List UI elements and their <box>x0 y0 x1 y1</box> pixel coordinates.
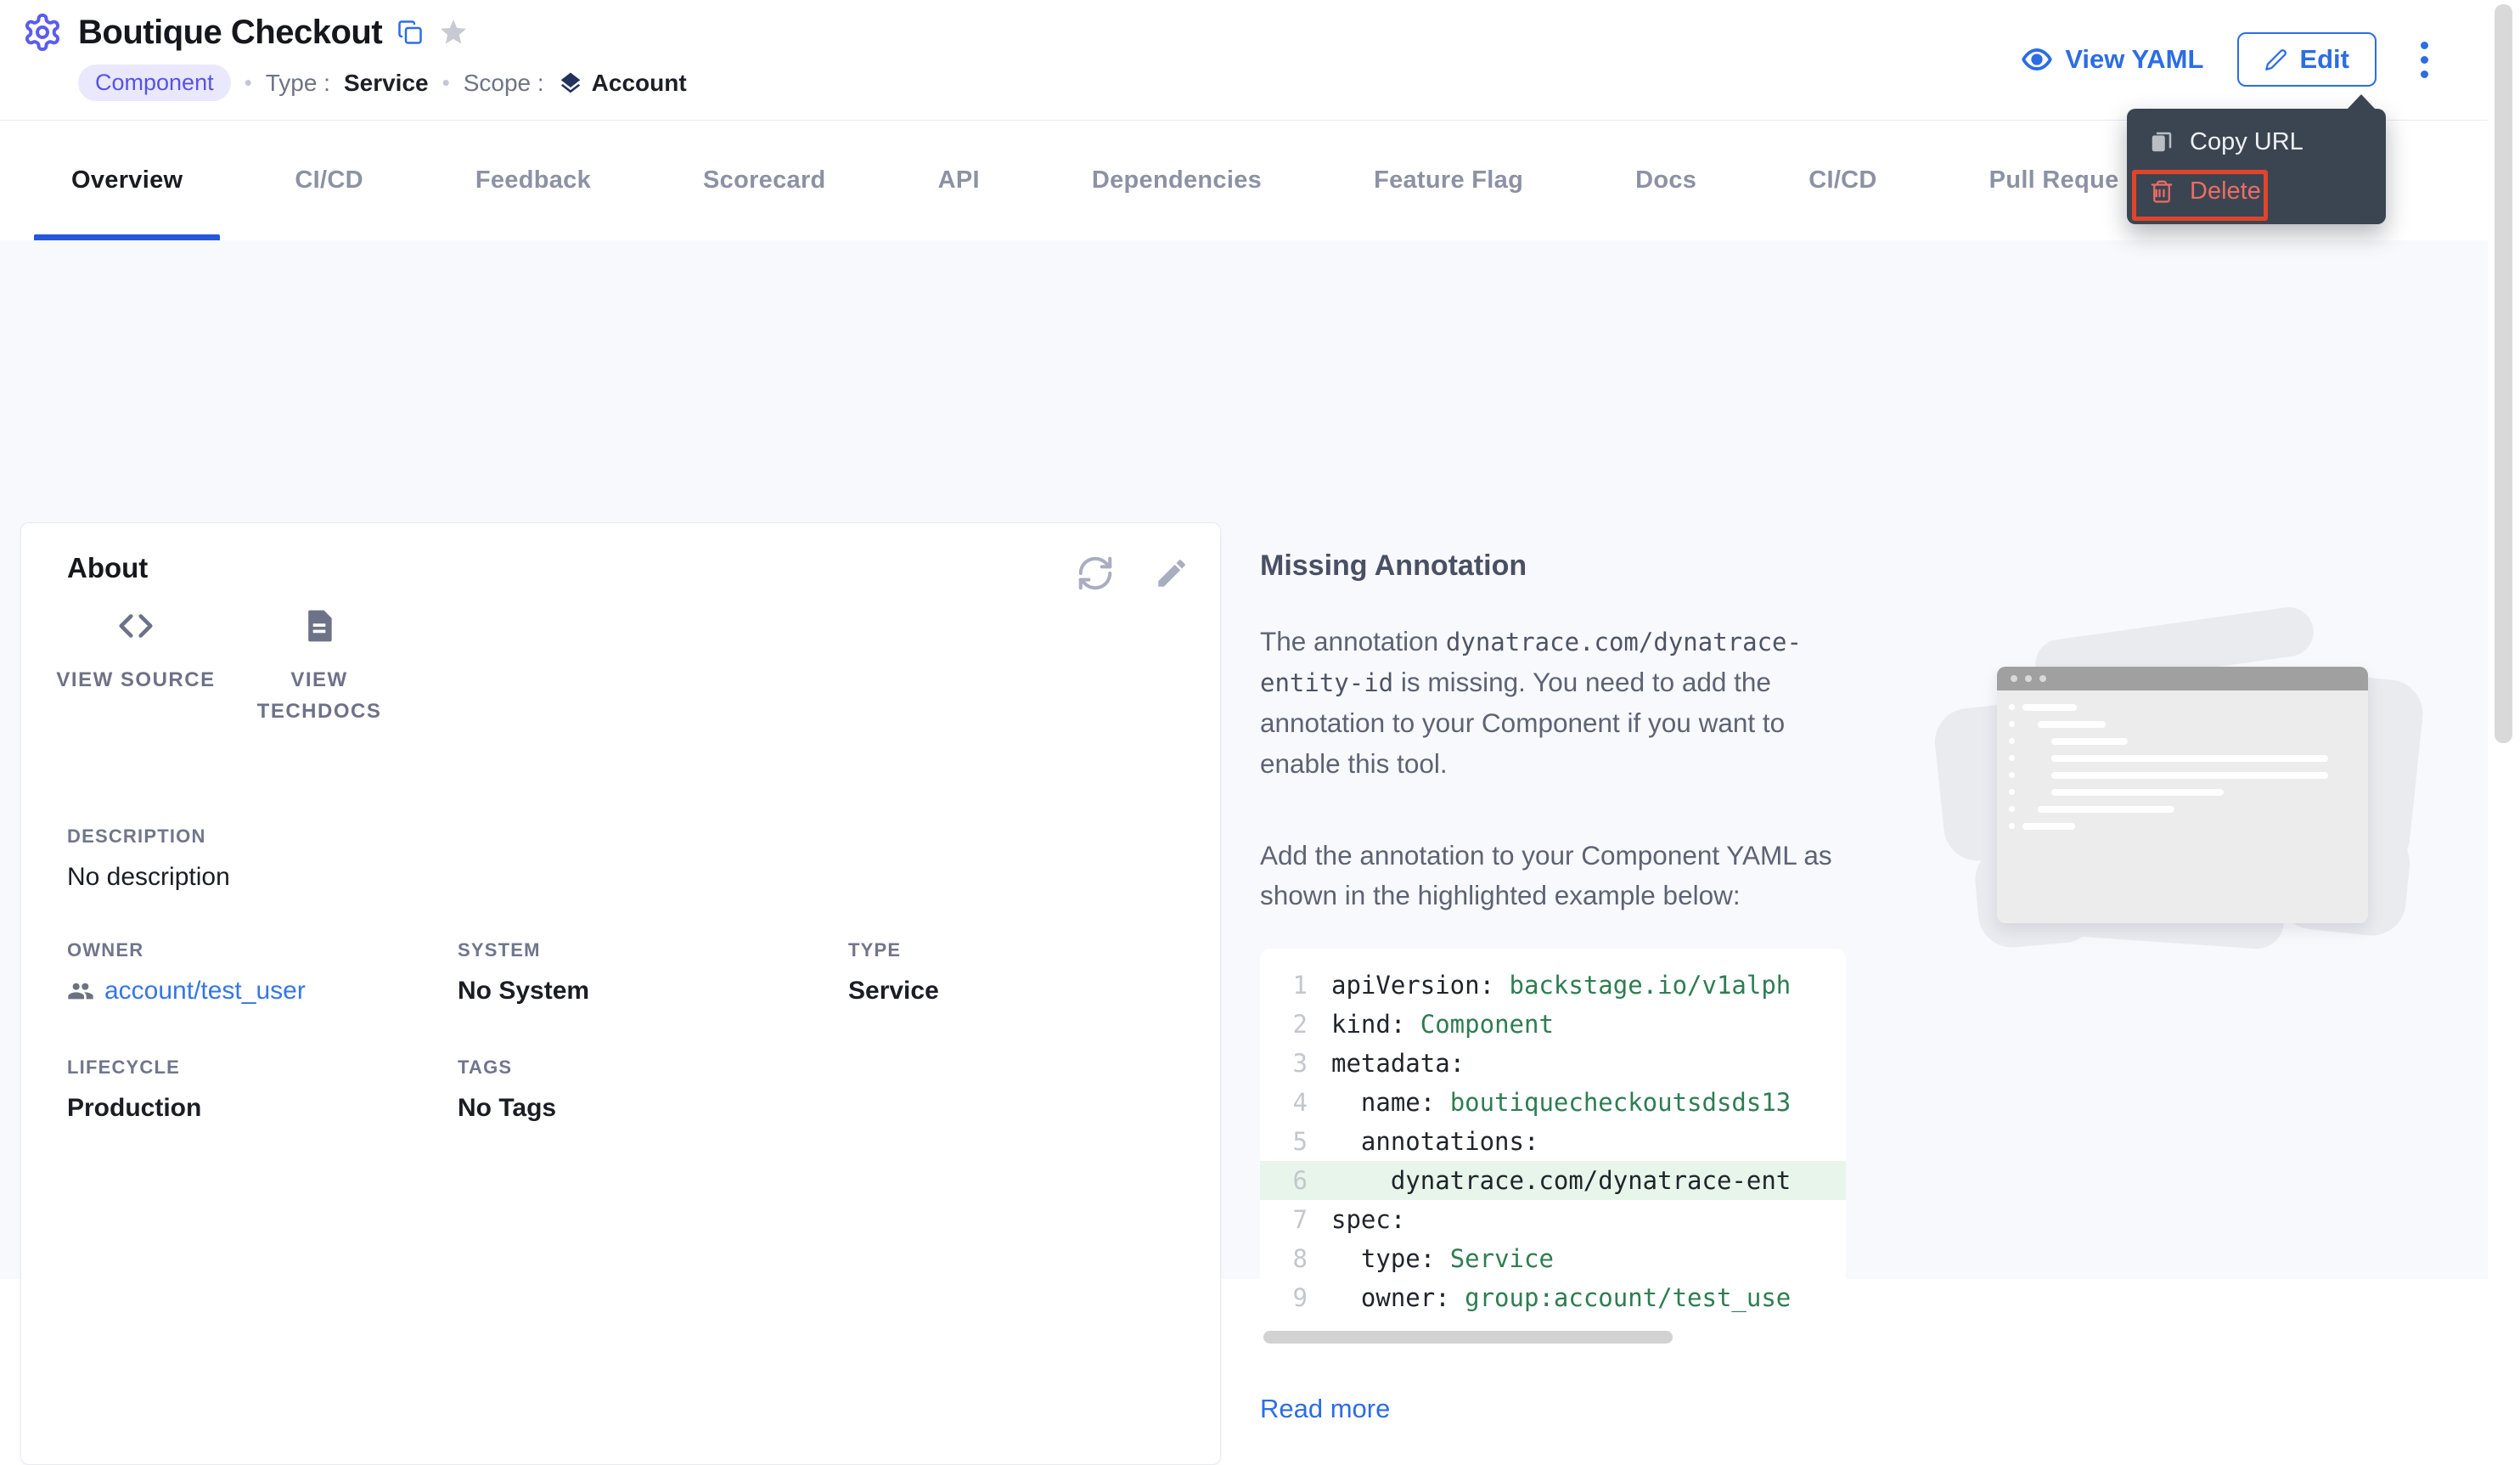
type-value: Service <box>344 70 429 97</box>
edit-button[interactable]: Edit <box>2237 32 2377 87</box>
code-line-5: 5 annotations: <box>1260 1122 1846 1161</box>
description-value: No description <box>67 863 230 892</box>
about-links: VIEW SOURCEVIEW TECHDOCS <box>55 606 400 727</box>
tab-overview[interactable]: Overview <box>15 121 239 240</box>
field-value: No System <box>458 977 848 1006</box>
tab-docs[interactable]: Docs <box>1579 121 1752 240</box>
tab-ci-cd[interactable]: CI/CD <box>1752 121 1932 240</box>
field-value: Production <box>67 1094 458 1123</box>
code-line-9: 9 owner: group:account/test_use <box>1260 1278 1846 1317</box>
view-yaml-label: View YAML <box>2065 44 2203 75</box>
copy-name-icon[interactable] <box>397 20 423 45</box>
entity-subtitle: Component • Type : Service • Scope : Acc… <box>78 65 687 101</box>
code-line-8: 8 type: Service <box>1260 1239 1846 1278</box>
missing-annotation-panel: Missing Annotation The annotation dynatr… <box>1260 549 1854 1424</box>
link-view-techdocs[interactable]: VIEW TECHDOCS <box>239 606 400 727</box>
description-label: DESCRIPTION <box>67 825 230 848</box>
edit-about-pencil-icon[interactable] <box>1154 554 1190 593</box>
tab-feature-flag[interactable]: Feature Flag <box>1318 121 1579 240</box>
separator-dot: • <box>245 70 252 96</box>
field-lifecycle: LIFECYCLE Production <box>67 1056 458 1123</box>
menu-item-delete[interactable]: Delete <box>2127 166 2386 216</box>
code-line-4: 4 name: boutiquecheckoutsdsds13 <box>1260 1083 1846 1122</box>
kind-badge: Component <box>78 65 231 101</box>
component-gear-icon <box>22 12 63 53</box>
trash-icon <box>2149 178 2174 204</box>
separator-dot: • <box>442 70 450 96</box>
more-options-kebab-icon[interactable] <box>2410 33 2438 87</box>
layers-icon <box>558 70 583 96</box>
pencil-icon <box>2264 48 2287 71</box>
code-icon <box>116 606 155 645</box>
context-menu: Copy URLDelete <box>2127 109 2386 224</box>
docs-icon <box>301 606 338 645</box>
yaml-code-lines: 1apiVersion: backstage.io/v1alph2kind: C… <box>1260 966 1846 1317</box>
code-horizontal-scrollbar[interactable] <box>1263 1331 1673 1344</box>
field-system: SYSTEM No System <box>458 939 848 1006</box>
link-view-source[interactable]: VIEW SOURCE <box>55 606 217 727</box>
view-yaml-button[interactable]: View YAML <box>2021 43 2203 76</box>
mini-browser-window <box>1997 667 2368 923</box>
code-line-2: 2kind: Component <box>1260 1005 1846 1044</box>
page-header: Boutique Checkout Component • Type : Ser… <box>0 0 2520 121</box>
field-owner: OWNER account/test_user <box>67 939 458 1006</box>
content: About VIEW SOURCEVIEW TECHDOCS DESCRIPTI… <box>0 240 2520 1279</box>
about-fields: OWNER account/test_user SYSTEM No SystemTYP… <box>67 939 1188 1123</box>
instruction-paragraph: Add the annotation to your Component YAM… <box>1260 836 1834 917</box>
type-label: Type : <box>266 70 330 97</box>
field-value: account/test_user <box>67 977 458 1006</box>
field-type: TYPE Service <box>848 939 1188 1006</box>
yaml-code-block: 1apiVersion: backstage.io/v1alph2kind: C… <box>1260 949 1846 1351</box>
favorite-star-icon[interactable] <box>438 17 469 48</box>
panel-title: Missing Annotation <box>1260 549 1854 583</box>
field-label: SYSTEM <box>458 939 848 961</box>
field-label: OWNER <box>67 939 458 961</box>
code-window-illustration <box>1953 627 2411 941</box>
edit-label: Edit <box>2299 44 2349 75</box>
field-label: LIFECYCLE <box>67 1056 458 1079</box>
page-title: Boutique Checkout <box>78 14 382 52</box>
page: Boutique Checkout Component • Type : Ser… <box>0 0 2520 1279</box>
code-line-6: 6 dynatrace.com/dynatrace-ent <box>1260 1161 1846 1200</box>
code-line-1: 1apiVersion: backstage.io/v1alph <box>1260 966 1846 1005</box>
about-title: About <box>67 552 148 584</box>
field-tags: TAGS No Tags <box>458 1056 848 1123</box>
code-line-3: 3metadata: <box>1260 1044 1846 1083</box>
field-label: TYPE <box>848 939 1188 961</box>
menu-item-copy-url[interactable]: Copy URL <box>2127 117 2386 166</box>
read-more-link[interactable]: Read more <box>1260 1394 1390 1424</box>
scope-label: Scope : <box>464 70 544 97</box>
tab-feedback[interactable]: Feedback <box>419 121 647 240</box>
header-actions: View YAML Edit <box>2021 32 2438 87</box>
owner-link[interactable]: account/test_user <box>104 977 306 1006</box>
page-scrollbar <box>2488 0 2520 1279</box>
title-row: Boutique Checkout <box>22 12 469 53</box>
copy-icon <box>2149 129 2174 155</box>
about-card: About VIEW SOURCEVIEW TECHDOCS DESCRIPTI… <box>20 522 1221 1465</box>
group-icon <box>67 978 94 1005</box>
scrollbar-thumb[interactable] <box>2495 4 2512 743</box>
eye-icon <box>2021 43 2053 76</box>
tab-api[interactable]: API <box>882 121 1036 240</box>
tab-ci-cd[interactable]: CI/CD <box>239 121 419 240</box>
field-value: No Tags <box>458 1094 848 1123</box>
tab-scorecard[interactable]: Scorecard <box>647 121 882 240</box>
code-line-7: 7spec: <box>1260 1200 1846 1239</box>
tab-dependencies[interactable]: Dependencies <box>1036 121 1318 240</box>
scope-value: Account <box>592 70 687 97</box>
field-label: TAGS <box>458 1056 848 1079</box>
menu-arrow <box>2347 94 2376 110</box>
annotation-paragraph: The annotation dynatrace.com/dynatrace-e… <box>1260 622 1834 785</box>
field-value: Service <box>848 977 1188 1006</box>
refresh-icon[interactable] <box>1076 554 1115 593</box>
